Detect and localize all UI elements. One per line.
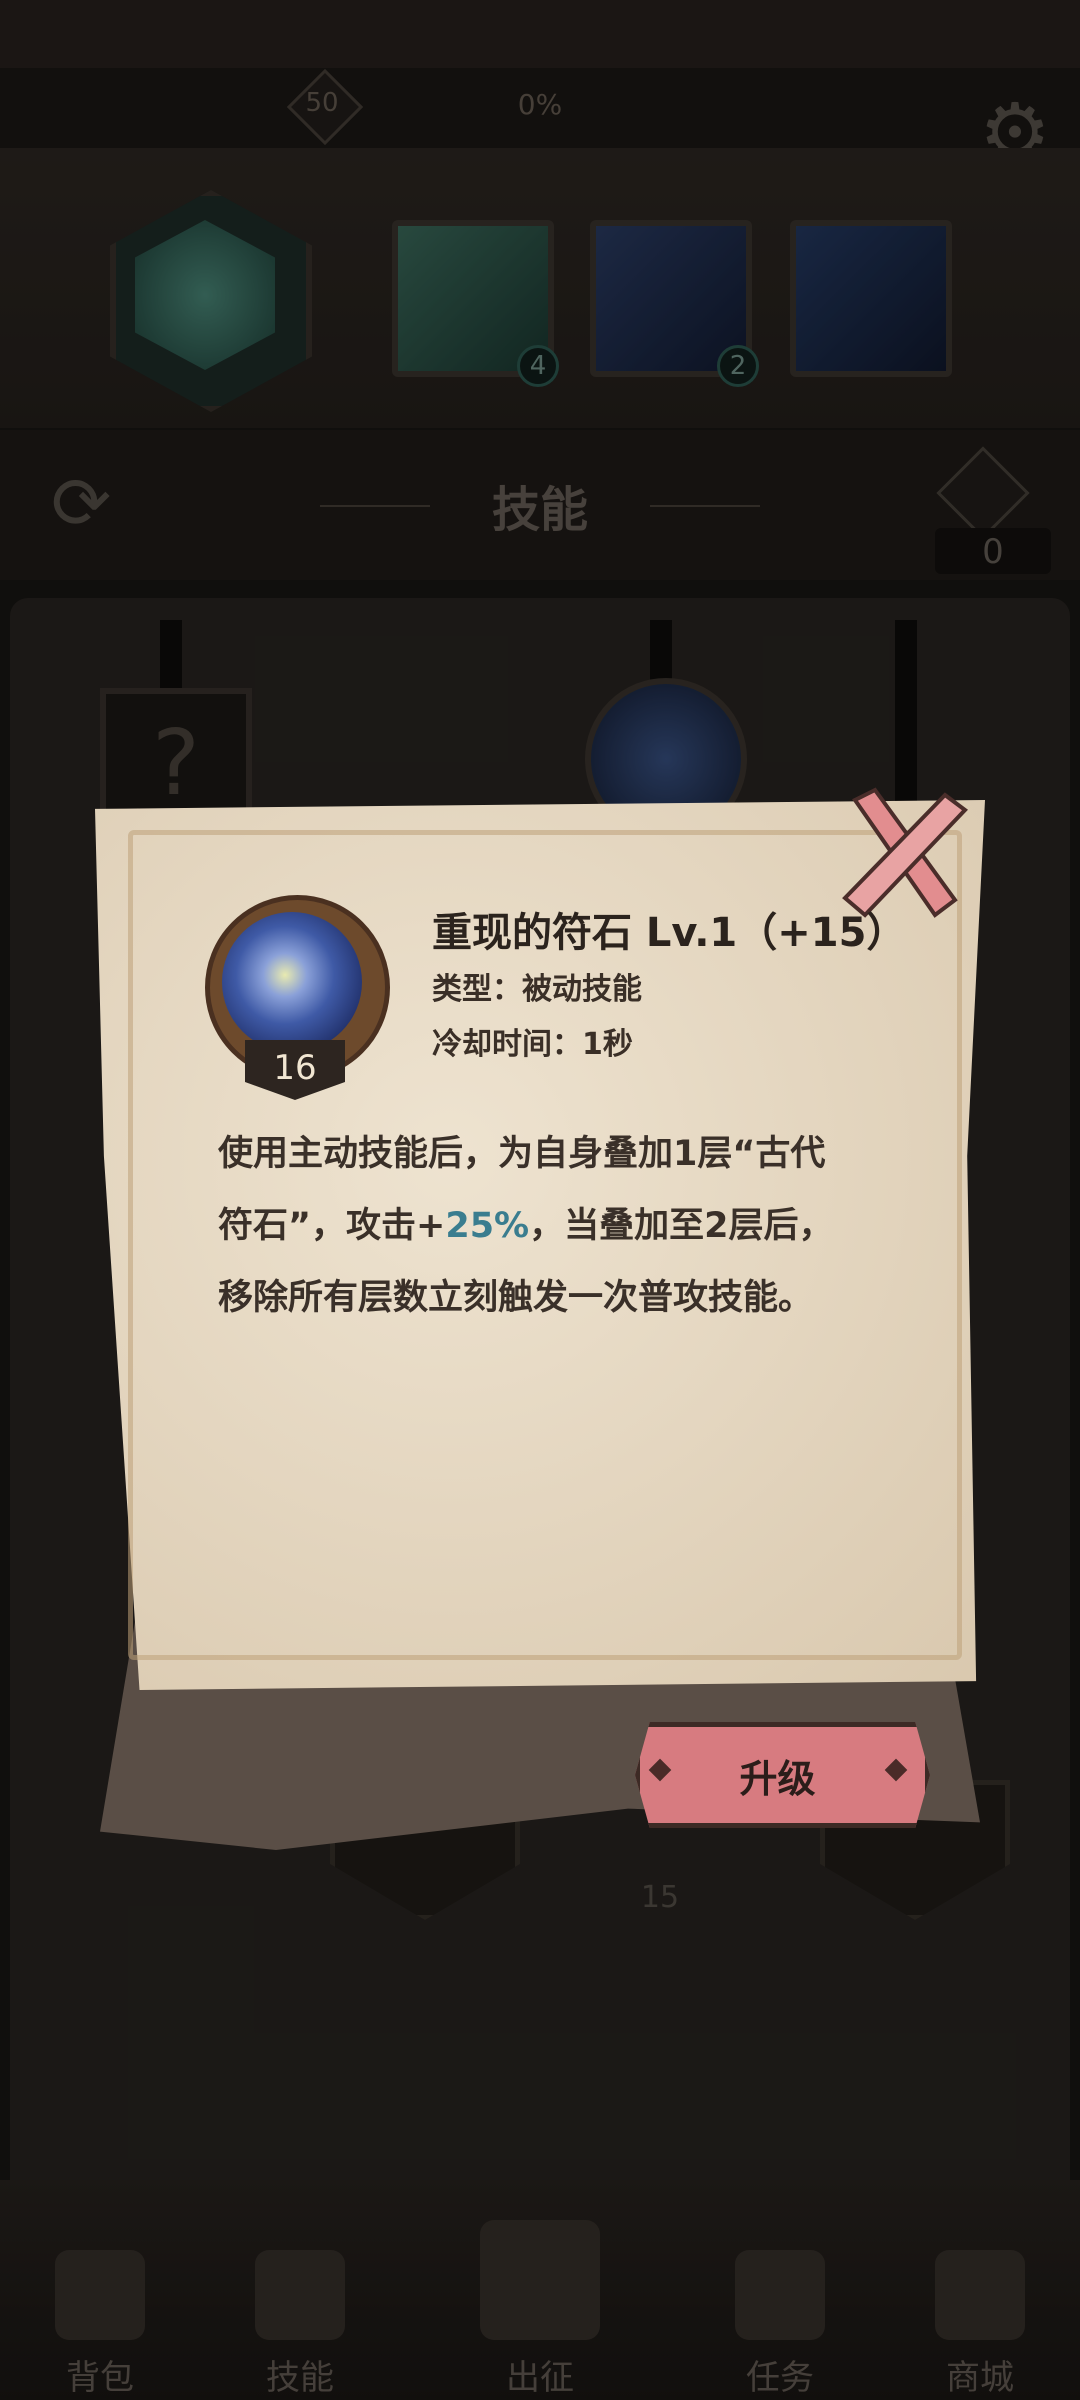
skill-type: 类型：被动技能 bbox=[432, 972, 642, 1007]
skill-description: 使用主动技能后，为自身叠加1层“古代符石”，攻击+25%，当叠加至2层后，移除所… bbox=[218, 1118, 858, 1334]
rune-stone-icon bbox=[222, 912, 362, 1052]
upgrade-label[interactable]: 升级 bbox=[635, 1748, 920, 1803]
skill-name: 重现的符石 Lv.1（+15） bbox=[432, 910, 907, 956]
description-highlight: 25% bbox=[445, 1206, 530, 1246]
skill-cooldown: 冷却时间：1秒 bbox=[432, 1027, 633, 1062]
skill-icon-level: 16 bbox=[273, 1048, 317, 1088]
